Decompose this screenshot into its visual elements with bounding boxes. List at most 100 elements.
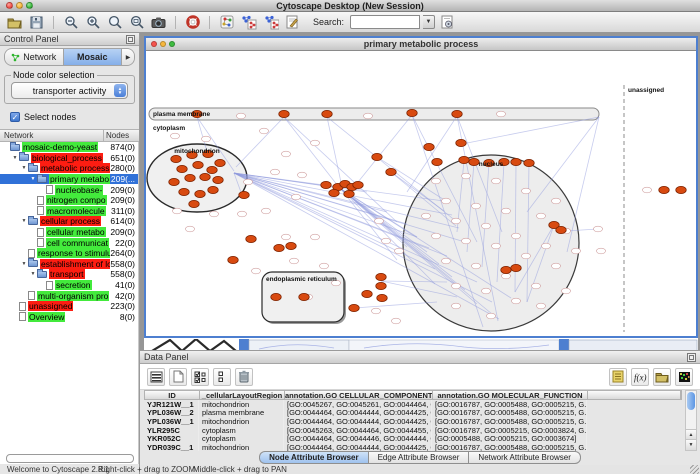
tree-row[interactable]: ▼transport558(0) xyxy=(0,269,138,280)
network-node[interactable] xyxy=(344,190,354,197)
network-node[interactable] xyxy=(353,181,363,188)
network-node[interactable] xyxy=(386,168,396,175)
search-dropdown-icon[interactable]: ▼ xyxy=(423,15,435,29)
network-node[interactable] xyxy=(532,283,541,289)
network-node[interactable] xyxy=(542,243,551,249)
table-row[interactable]: YJR121W__1mitochondrion[GO:0045267, GO:0… xyxy=(144,400,682,409)
tree-row[interactable]: ▼cellular process614(0) xyxy=(0,216,138,227)
network-node[interactable] xyxy=(492,243,501,249)
network-node[interactable] xyxy=(244,179,253,185)
network-node[interactable] xyxy=(372,153,382,160)
network-node[interactable] xyxy=(392,318,401,324)
tree-row[interactable]: Overview8(0) xyxy=(0,312,138,323)
tree-row[interactable]: nucleobase-209(0) xyxy=(0,184,138,195)
network-node[interactable] xyxy=(237,113,246,119)
table-scrollbar[interactable]: ▲ ▼ xyxy=(685,390,697,451)
network-node[interactable] xyxy=(329,189,339,196)
column-header[interactable]: ID xyxy=(145,391,200,399)
network-node[interactable] xyxy=(195,190,205,197)
network-node[interactable] xyxy=(537,303,546,309)
network-node[interactable] xyxy=(171,155,181,162)
tree-row[interactable]: unassigned223(0) xyxy=(0,301,138,312)
network-node[interactable] xyxy=(239,191,249,198)
network-node[interactable] xyxy=(213,176,223,183)
search-input[interactable] xyxy=(350,15,420,29)
network-node[interactable] xyxy=(511,264,521,271)
network-node[interactable] xyxy=(271,293,281,300)
node-color-select[interactable]: transporter activity ▲▼ xyxy=(11,82,128,99)
network-node[interactable] xyxy=(452,303,461,309)
tree-row[interactable]: ▼primary metabo209(... xyxy=(0,174,138,185)
network-node[interactable] xyxy=(456,139,466,146)
network-node[interactable] xyxy=(185,174,195,181)
network-node[interactable] xyxy=(422,213,431,219)
select-attributes-icon[interactable] xyxy=(191,368,209,386)
expand-arrow-icon[interactable]: ▼ xyxy=(20,165,28,171)
network-node[interactable] xyxy=(207,166,217,173)
network-node[interactable] xyxy=(472,203,481,209)
network-node[interactable] xyxy=(173,208,182,214)
network-node[interactable] xyxy=(469,158,479,165)
network-node[interactable] xyxy=(279,110,289,117)
table-row[interactable]: YPL036W__2plasma membrane[GO:0044464, GO… xyxy=(144,409,682,418)
frame-minimize-button[interactable] xyxy=(160,41,166,47)
network-node[interactable] xyxy=(442,258,451,264)
help-icon[interactable] xyxy=(183,14,202,31)
network-node[interactable] xyxy=(262,208,271,214)
network-node[interactable] xyxy=(193,161,203,168)
network-node[interactable] xyxy=(171,133,180,139)
network-node[interactable] xyxy=(594,226,603,232)
expand-arrow-icon[interactable]: ▼ xyxy=(11,155,19,161)
network-node[interactable] xyxy=(169,178,179,185)
network-node[interactable] xyxy=(282,234,291,240)
network-node[interactable] xyxy=(407,109,417,116)
network-node[interactable] xyxy=(597,248,606,254)
window-titlebar[interactable]: Cytoscape Desktop (New Session) xyxy=(0,0,700,12)
network-node[interactable] xyxy=(252,268,261,274)
network-node[interactable] xyxy=(482,288,491,294)
network-copy-icon[interactable] xyxy=(261,14,280,31)
matrix-icon[interactable] xyxy=(675,368,693,386)
network-node[interactable] xyxy=(372,308,381,314)
network-node[interactable] xyxy=(562,288,571,294)
network-node[interactable] xyxy=(395,248,404,254)
zoom-in-icon[interactable] xyxy=(83,14,102,31)
network-node[interactable] xyxy=(482,223,491,229)
network-node[interactable] xyxy=(442,198,451,204)
zoom-out-icon[interactable] xyxy=(61,14,80,31)
network-node[interactable] xyxy=(311,234,320,240)
snapshot-icon[interactable] xyxy=(149,14,168,31)
network-node[interactable] xyxy=(472,263,481,269)
annotation-icon[interactable] xyxy=(283,14,302,31)
zoom-selected-icon[interactable] xyxy=(127,14,146,31)
tree-row[interactable]: mosaic-demo-yeast874(0) xyxy=(0,142,138,153)
network-window-titlebar[interactable]: primary metabolic process xyxy=(146,38,696,51)
frame-zoom-button[interactable] xyxy=(169,41,175,47)
network-canvas[interactable]: plasma membranecytoplasmmitochondrionnuc… xyxy=(146,51,696,336)
network-node[interactable] xyxy=(487,313,496,319)
network-node[interactable] xyxy=(502,273,511,279)
network-node[interactable] xyxy=(556,226,566,233)
float-panel-icon[interactable] xyxy=(126,35,135,44)
open-icon[interactable] xyxy=(5,14,24,31)
network-node[interactable] xyxy=(375,218,384,224)
network-node[interactable] xyxy=(290,258,299,264)
network-node[interactable] xyxy=(215,159,225,166)
table-row[interactable]: YLR295Ccytoplasm[GO:0045263, GO:0044464,… xyxy=(144,426,682,435)
tab-node-attribute-browser[interactable]: Node Attribute Browser xyxy=(259,451,368,464)
network-node[interactable] xyxy=(459,156,469,163)
select-nodes-checkbox[interactable]: ✓ xyxy=(10,112,20,122)
network-node[interactable] xyxy=(179,188,189,195)
expand-arrow-icon[interactable]: ▼ xyxy=(29,176,37,182)
network-node[interactable] xyxy=(286,242,296,249)
tree-row[interactable]: macromolecule311(0) xyxy=(0,206,138,217)
table-row[interactable]: YKR052Ccytoplasm[GO:0044464, GO:0044446,… xyxy=(144,434,682,443)
network-node[interactable] xyxy=(462,173,471,179)
network-node[interactable] xyxy=(298,172,307,178)
scroll-down-icon[interactable]: ▼ xyxy=(686,439,696,450)
network-node[interactable] xyxy=(432,158,442,165)
save-icon[interactable] xyxy=(27,14,46,31)
network-node[interactable] xyxy=(676,186,686,193)
tree-row[interactable]: ▼biological_process651(0) xyxy=(0,153,138,164)
network-node[interactable] xyxy=(432,178,441,184)
